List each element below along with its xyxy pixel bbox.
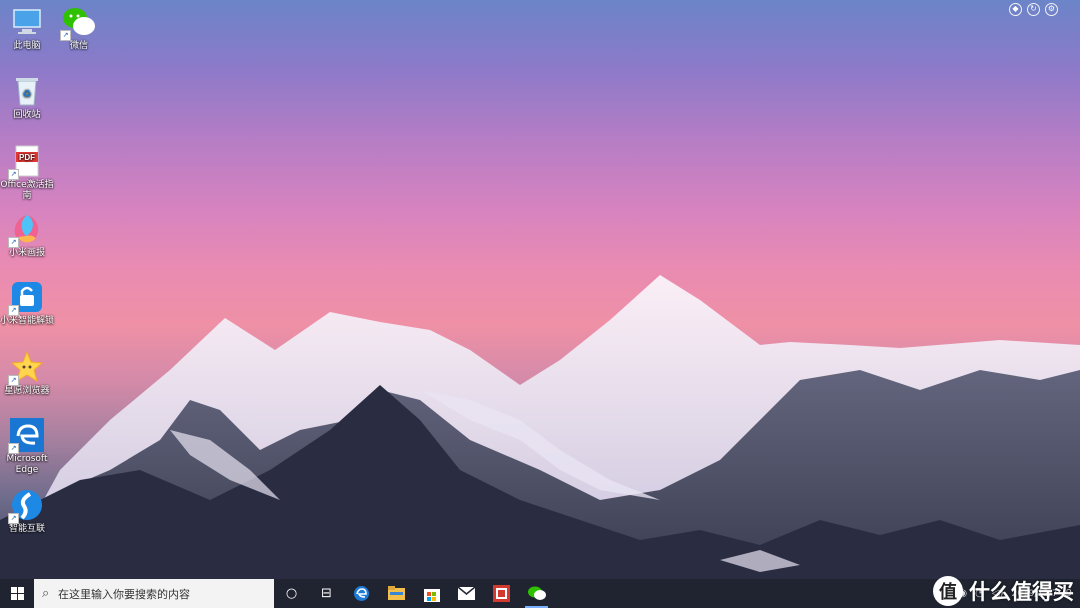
file-explorer-icon[interactable] xyxy=(379,579,414,608)
desktop-icon-label: Office激活指南 xyxy=(0,180,54,201)
watermark-logo: 值 xyxy=(933,576,963,606)
search-placeholder: 在这里输入你要搜索的内容 xyxy=(58,587,190,601)
mail-icon[interactable] xyxy=(449,579,484,608)
shortcut-arrow-icon: ↗ xyxy=(8,169,19,180)
search-icon: ⌕ xyxy=(42,586,50,601)
windows-logo-icon xyxy=(10,587,24,600)
xiaomi-wallpaper-icon: ↗ xyxy=(8,212,44,248)
star-browser-icon: ↗ xyxy=(8,350,44,386)
svg-text:♻: ♻ xyxy=(23,89,32,100)
desktop-icon-label: 此电脑 xyxy=(13,41,41,51)
mountain-wallpaper xyxy=(0,275,1080,579)
desktop-icon-xiaomi-wallpaper[interactable]: ↗ 小米画报 xyxy=(0,212,54,259)
desktop-icon-smart-connect[interactable]: ↗ 智能互联 xyxy=(0,488,54,535)
shortcut-arrow-icon: ↗ xyxy=(8,375,19,386)
pdf-icon: PDF ↗ xyxy=(8,144,44,180)
smart-connect-icon: ↗ xyxy=(8,488,44,524)
watermark: 值 什么值得买 xyxy=(933,576,1074,606)
desktop: 此电脑 ↗ 微信 ♻ 回收站 PDF ↗ Office激活指南 ↗ 小米画报 ↗ 小米智能解锁 ↗ 星愿浏… xyxy=(0,0,1080,579)
watermark-text: 什么值得买 xyxy=(969,580,1074,604)
cortana-icon[interactable]: ○ xyxy=(274,579,309,608)
svg-text:PDF: PDF xyxy=(19,153,35,162)
desktop-icon-star-browser[interactable]: ↗ 星愿浏览器 xyxy=(0,350,54,397)
desktop-icon-label: 小米智能解锁 xyxy=(0,316,55,326)
app-icon[interactable] xyxy=(484,579,519,608)
edge-taskbar-icon[interactable] xyxy=(344,579,379,608)
desktop-icon-wechat[interactable]: ↗ 微信 xyxy=(52,5,106,52)
wallpaper-icon[interactable]: ◆ xyxy=(1009,3,1022,16)
desktop-icon-label: 微信 xyxy=(69,41,88,51)
desktop-icon-recycle-bin[interactable]: ♻ 回收站 xyxy=(0,74,54,121)
settings-icon[interactable]: ⚙ xyxy=(1045,3,1058,16)
start-button[interactable] xyxy=(0,579,34,608)
store-icon[interactable] xyxy=(414,579,449,608)
task-view-icon[interactable]: ⊟ xyxy=(309,579,344,608)
shortcut-arrow-icon: ↗ xyxy=(60,30,71,41)
wechat-taskbar-icon[interactable] xyxy=(519,579,554,608)
wallpaper-toolbar: ◆ ↻ ⚙ xyxy=(1009,3,1058,16)
desktop-icon-pdf[interactable]: PDF ↗ Office激活指南 xyxy=(0,144,54,202)
desktop-icon-label: 小米画报 xyxy=(8,248,45,258)
edge-icon: ↗ xyxy=(8,418,44,454)
refresh-icon[interactable]: ↻ xyxy=(1027,3,1040,16)
desktop-icon-label: 星愿浏览器 xyxy=(4,386,50,396)
wechat-icon: ↗ xyxy=(60,5,96,41)
desktop-icon-label: 回收站 xyxy=(13,110,41,120)
desktop-icon-edge[interactable]: ↗ Microsoft Edge xyxy=(0,418,54,476)
desktop-icon-unlock[interactable]: ↗ 小米智能解锁 xyxy=(0,280,54,327)
search-box[interactable]: ⌕ 在这里输入你要搜索的内容 xyxy=(34,579,274,608)
computer-icon xyxy=(10,5,44,39)
recycle-bin-icon: ♻ xyxy=(10,74,44,108)
desktop-icon-computer[interactable]: 此电脑 xyxy=(0,5,54,52)
shortcut-arrow-icon: ↗ xyxy=(8,513,19,524)
shortcut-arrow-icon: ↗ xyxy=(8,237,19,248)
desktop-icon-label: Microsoft Edge xyxy=(6,454,48,475)
desktop-icon-label: 智能互联 xyxy=(8,524,45,534)
unlock-icon: ↗ xyxy=(8,280,44,316)
shortcut-arrow-icon: ↗ xyxy=(8,305,19,316)
shortcut-arrow-icon: ↗ xyxy=(8,443,19,454)
taskbar: ⌕ 在这里输入你要搜索的内容 ○ ⊟ MI ◉ ◔ ◁) 2019/12/7 9 xyxy=(0,579,1080,608)
